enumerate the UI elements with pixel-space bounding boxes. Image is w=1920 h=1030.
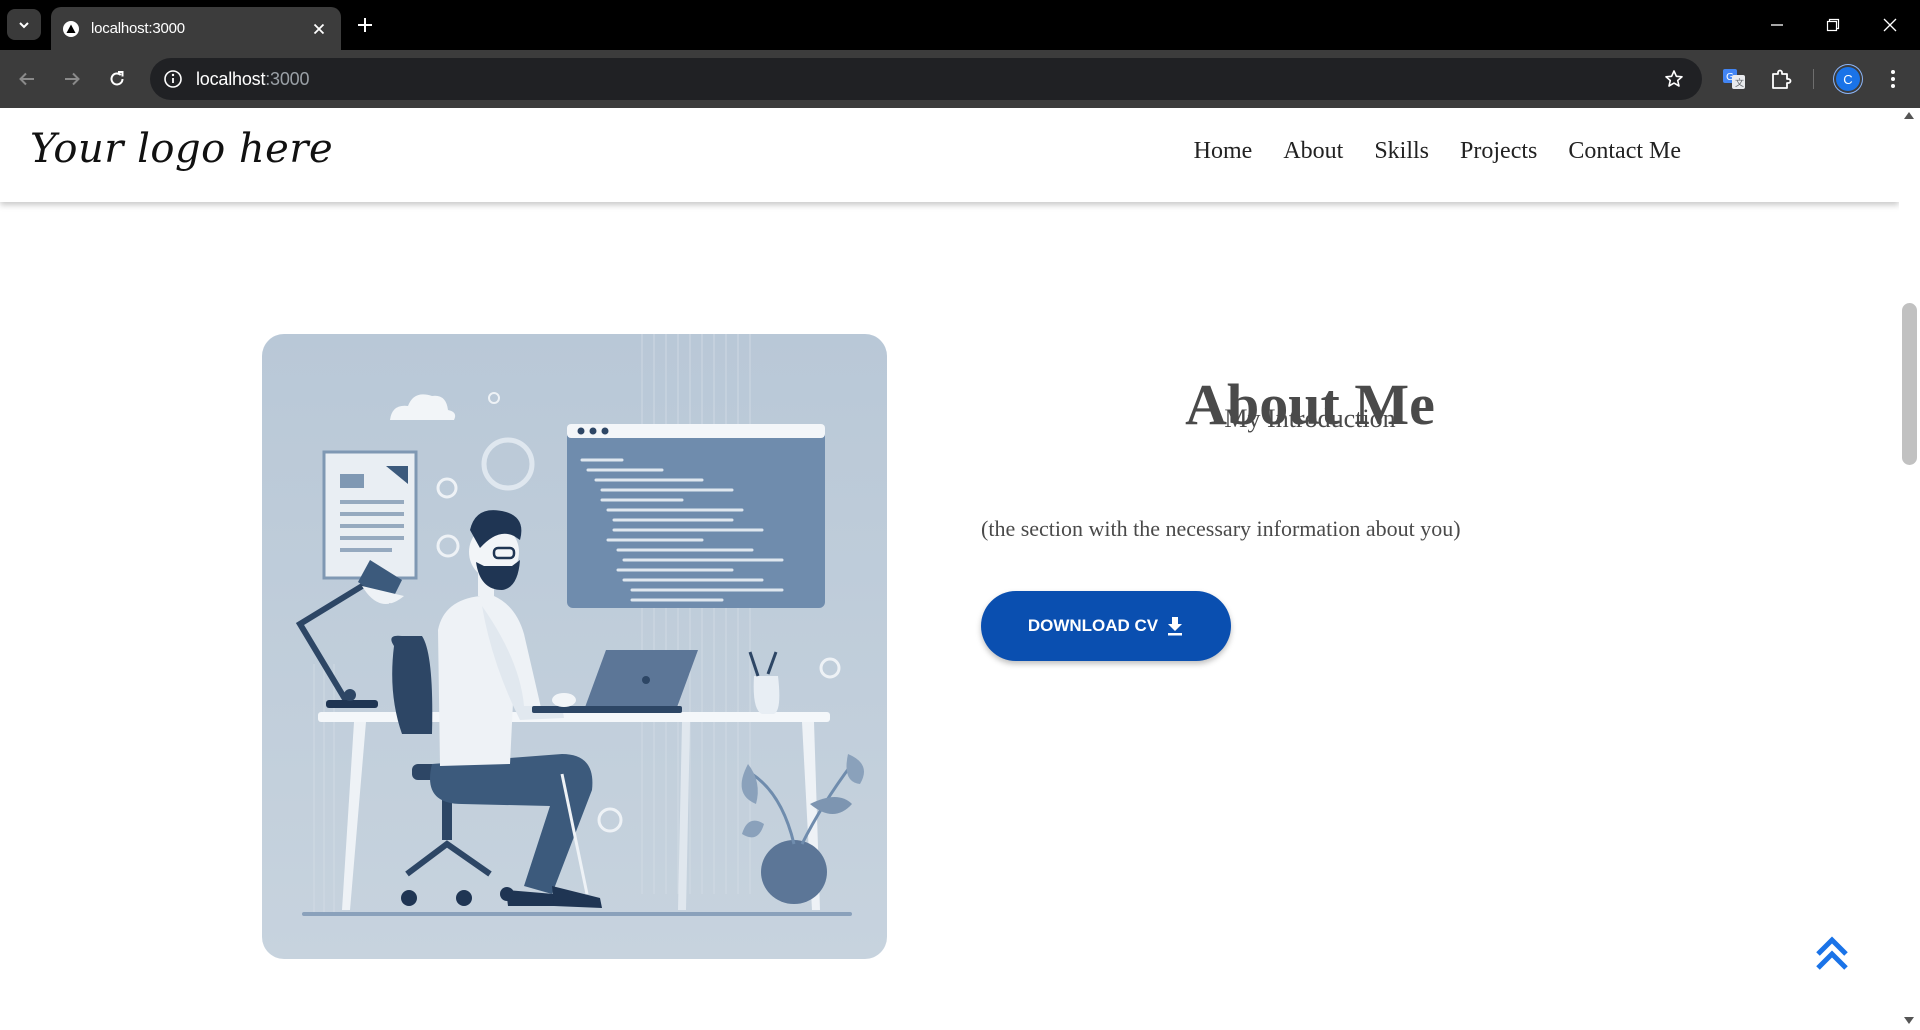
svg-text:文: 文 (1735, 77, 1744, 89)
page-viewport: Your logo here Home About Skills Project… (0, 108, 1920, 1030)
nav-contact-me[interactable]: Contact Me (1568, 138, 1681, 165)
info-icon[interactable] (160, 66, 186, 92)
close-window-button[interactable] (1867, 10, 1913, 40)
url-host: localhost (196, 69, 266, 89)
address-bar[interactable]: localhost:3000 (150, 58, 1702, 100)
download-cv-label: DOWNLOAD CV (1027, 616, 1159, 635)
toolbar-separator (1813, 69, 1814, 89)
puzzle-icon[interactable] (1768, 66, 1794, 92)
page-scrollbar[interactable] (1899, 108, 1920, 1030)
download-icon (1168, 617, 1183, 636)
nav-about[interactable]: About (1283, 138, 1343, 165)
reload-icon (110, 71, 124, 86)
site-header: Your logo here Home About Skills Project… (0, 108, 1899, 202)
triangle-icon (63, 20, 79, 37)
star-icon[interactable] (1662, 67, 1686, 91)
nav-projects[interactable]: Projects (1460, 138, 1537, 165)
about-description: (the section with the necessary informat… (981, 516, 1461, 541)
arrow-right-icon (65, 72, 80, 86)
reload-button[interactable] (102, 64, 132, 94)
kebab-menu-icon[interactable] (1880, 66, 1906, 92)
scroll-up-arrow[interactable] (1904, 112, 1914, 119)
close-icon[interactable] (307, 17, 331, 41)
double-chevron-up-icon (1816, 936, 1848, 970)
plus-icon (358, 18, 372, 32)
new-tab-button[interactable] (352, 12, 378, 38)
close-icon (1883, 18, 1897, 32)
restore-icon (1826, 18, 1840, 32)
download-cv-button[interactable]: DOWNLOAD CV (981, 591, 1231, 661)
forward-button[interactable] (57, 64, 87, 94)
nav-skills[interactable]: Skills (1374, 138, 1429, 165)
minimize-icon (1771, 24, 1783, 26)
site-logo[interactable]: Your logo here (30, 126, 333, 172)
url-port: :3000 (265, 69, 310, 89)
translate-icon[interactable]: G文 (1721, 66, 1747, 92)
avatar[interactable]: C (1836, 67, 1860, 91)
tab-title: localhost:3000 (91, 20, 185, 37)
url-text[interactable]: localhost:3000 (196, 69, 309, 90)
browser-tab-bar: localhost:3000 (0, 0, 1920, 50)
restore-button[interactable] (1810, 10, 1856, 40)
arrow-left-icon (19, 72, 34, 86)
tab-search-button[interactable] (7, 9, 41, 40)
minimize-button[interactable] (1754, 10, 1800, 40)
chevron-down-icon (19, 21, 29, 28)
back-button[interactable] (12, 64, 42, 94)
main-nav: Home About Skills Projects Contact Me (1194, 138, 1681, 165)
browser-tab[interactable]: localhost:3000 (51, 7, 341, 50)
nav-home[interactable]: Home (1194, 138, 1253, 165)
scroll-to-top-button[interactable] (1812, 932, 1852, 976)
about-subtitle: My Introduction (1224, 404, 1396, 433)
scroll-down-arrow[interactable] (1904, 1017, 1914, 1024)
about-illustration (262, 334, 887, 959)
scrollbar-thumb[interactable] (1902, 303, 1917, 465)
browser-toolbar: localhost:3000 G文 C (0, 50, 1920, 108)
